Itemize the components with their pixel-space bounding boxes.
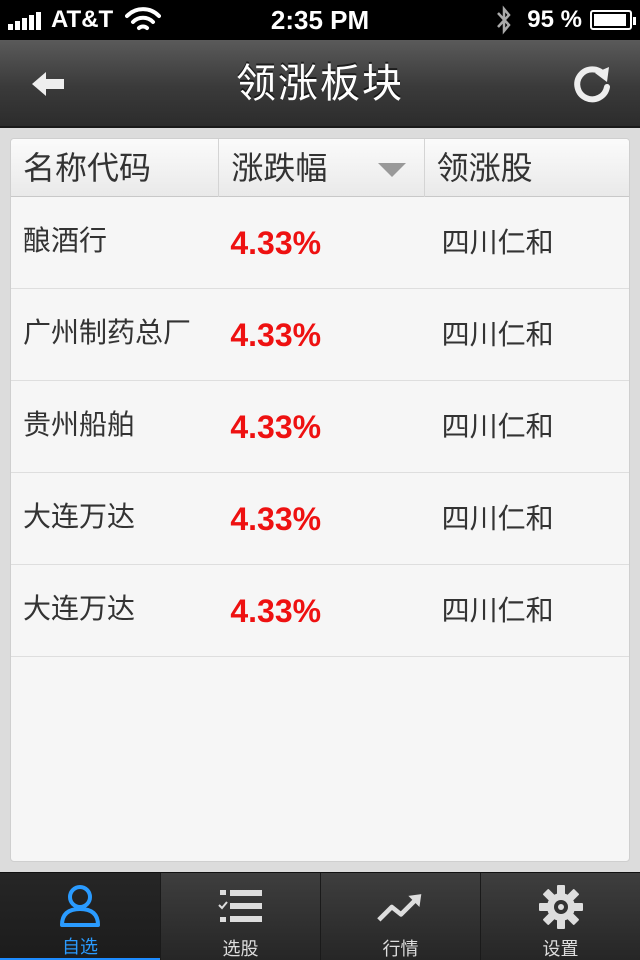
column-header-leader[interactable]: 领涨股 bbox=[423, 139, 629, 197]
change-percent: 4.33% bbox=[230, 409, 322, 445]
change-percent: 4.33% bbox=[230, 593, 322, 629]
status-right: 95 % bbox=[495, 0, 636, 40]
leading-stock: 四川仁和 bbox=[441, 410, 554, 443]
tab-bar: 自选 选股 行情 设置 bbox=[0, 872, 640, 960]
sector-name: 贵州船舶 bbox=[23, 408, 136, 441]
gear-icon bbox=[537, 883, 585, 931]
leading-stock: 四川仁和 bbox=[441, 502, 554, 535]
status-bar: AT&T 2:35 PM 95 % bbox=[0, 0, 640, 40]
sector-name: 大连万达 bbox=[23, 592, 136, 625]
bluetooth-icon bbox=[497, 5, 511, 35]
table-header: 名称代码 涨跌幅 领涨股 bbox=[11, 139, 629, 197]
tab-settings[interactable]: 设置 bbox=[480, 873, 640, 960]
tab-label: 行情 bbox=[382, 939, 419, 960]
column-header-change-label: 涨跌幅 bbox=[231, 149, 328, 187]
column-header-leader-label: 领涨股 bbox=[436, 149, 533, 187]
sort-down-icon bbox=[377, 163, 406, 177]
table-row[interactable]: 贵州船舶 4.33% 四川仁和 bbox=[11, 381, 629, 473]
column-header-name-label: 名称代码 bbox=[23, 149, 152, 187]
user-icon bbox=[56, 883, 104, 929]
tab-market[interactable]: 行情 bbox=[320, 873, 480, 960]
checklist-icon bbox=[217, 883, 265, 931]
sector-name: 酿酒行 bbox=[23, 224, 108, 257]
column-header-name[interactable]: 名称代码 bbox=[11, 139, 218, 197]
table-row[interactable]: 广州制药总厂 4.33% 四川仁和 bbox=[11, 289, 629, 381]
change-percent: 4.33% bbox=[230, 317, 322, 353]
sector-table: 名称代码 涨跌幅 领涨股 酿酒行 4.33% 四川仁和 广州制药总厂 4.33%… bbox=[10, 138, 630, 862]
refresh-button[interactable] bbox=[566, 60, 618, 108]
tab-label: 设置 bbox=[542, 939, 579, 960]
battery-percentage: 95 % bbox=[527, 6, 582, 33]
tab-stock-picker[interactable]: 选股 bbox=[160, 873, 320, 960]
change-percent: 4.33% bbox=[230, 501, 322, 537]
table-row[interactable]: 大连万达 4.33% 四川仁和 bbox=[11, 473, 629, 565]
tab-watchlist[interactable]: 自选 bbox=[0, 873, 160, 960]
tab-label: 自选 bbox=[62, 937, 98, 958]
leading-stock: 四川仁和 bbox=[441, 318, 554, 351]
battery-icon bbox=[590, 10, 636, 30]
table-row[interactable]: 大连万达 4.33% 四川仁和 bbox=[11, 565, 629, 657]
trend-up-icon bbox=[376, 883, 425, 931]
column-header-change[interactable]: 涨跌幅 bbox=[218, 139, 423, 197]
leading-stock: 四川仁和 bbox=[441, 226, 554, 259]
leading-stock: 四川仁和 bbox=[441, 594, 554, 627]
tab-label: 选股 bbox=[222, 939, 259, 960]
sector-name: 大连万达 bbox=[23, 500, 136, 533]
battery-fill bbox=[594, 14, 627, 26]
page-title: 领涨板块 bbox=[236, 61, 404, 107]
change-percent: 4.33% bbox=[230, 225, 322, 261]
navigation-bar: 领涨板块 bbox=[0, 40, 640, 128]
table-row[interactable]: 酿酒行 4.33% 四川仁和 bbox=[11, 197, 629, 289]
refresh-icon bbox=[574, 66, 610, 103]
sector-name: 广州制药总厂 bbox=[23, 316, 192, 349]
